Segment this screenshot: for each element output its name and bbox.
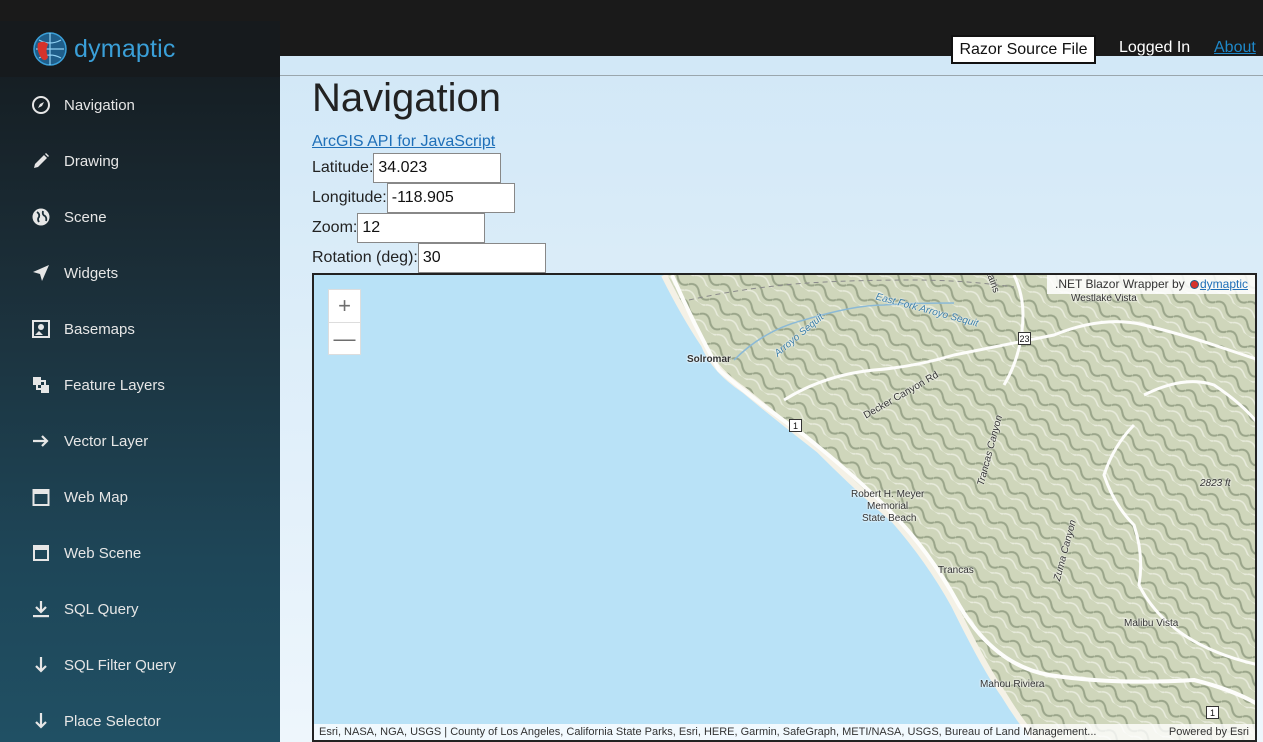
sidebar-item-label: Feature Layers [64,376,165,394]
brand[interactable]: dymaptic [0,21,280,77]
panel-icon [30,542,52,564]
dymaptic-logo-icon [33,32,67,66]
attribution-text[interactable]: Esri, NASA, NGA, USGS | County of Los An… [319,726,1157,738]
nav-list: Navigation Drawing Scene Widgets Basemap… [0,77,280,742]
sidebar-item-web-scene[interactable]: Web Scene [0,525,280,581]
zoom-row: Zoom: [312,213,486,243]
map-label-trancas: Trancas [938,565,974,576]
arcgis-api-link[interactable]: ArcGIS API for JavaScript [312,133,495,151]
map-label-meyer-3: State Beach [862,513,917,524]
arrow-down-icon [30,710,52,732]
sidebar-item-sql-filter-query[interactable]: SQL Filter Query [0,637,280,693]
sidebar-item-label: SQL Filter Query [64,656,176,674]
wrapper-credit: .NET Blazor Wrapper by dymaptic [1047,275,1255,294]
map-label-elevation: 2823 ft [1200,478,1231,489]
zoom-in-button[interactable]: + [329,290,360,322]
sidebar-item-feature-layers[interactable]: Feature Layers [0,357,280,413]
download-icon [30,598,52,620]
latitude-label: Latitude: [312,159,374,176]
arrow-right-icon [30,430,52,452]
longitude-row: Longitude: [312,183,515,213]
rotation-row: Rotation (deg): [312,243,546,273]
layers-icon [30,374,52,396]
sidebar-item-navigation[interactable]: Navigation [0,77,280,133]
globe-icon [30,206,52,228]
dymaptic-link[interactable]: dymaptic [1200,277,1248,291]
map-attribution: Esri, NASA, NGA, USGS | County of Los An… [314,724,1255,740]
sidebar-item-label: SQL Query [64,600,139,618]
sidebar-item-label: Basemaps [64,320,135,338]
about-link[interactable]: About [1214,39,1256,57]
zoom-input[interactable] [357,213,486,243]
rotation-input[interactable] [417,243,546,273]
sidebar-item-label: Place Selector [64,712,161,730]
sidebar-item-drawing[interactable]: Drawing [0,133,280,189]
latitude-input[interactable] [373,153,502,183]
sidebar-item-web-map[interactable]: Web Map [0,469,280,525]
route-23-shield: 23 [1018,332,1031,345]
sidebar-item-basemaps[interactable]: Basemaps [0,301,280,357]
sidebar-item-label: Web Scene [64,544,142,562]
sidebar-item-place-selector[interactable]: Place Selector [0,693,280,742]
rotation-label: Rotation (deg): [312,249,418,266]
zoom-out-button[interactable]: — [329,322,360,354]
sidebar-item-label: Vector Layer [64,432,149,450]
map-label-mahou: Mahou Riviera [980,679,1045,690]
sidebar-item-vector-layer[interactable]: Vector Layer [0,413,280,469]
map-label-malibu-vista: Malibu Vista [1124,618,1179,629]
sidebar-item-label: Widgets [64,264,119,282]
sidebar-item-scene[interactable]: Scene [0,189,280,245]
arrow-down-icon [30,654,52,676]
latitude-row: Latitude: [312,153,502,183]
location-arrow-icon [30,262,52,284]
zoom-control: + — [328,289,361,355]
razor-source-file-button[interactable]: Razor Source File [951,35,1096,64]
dymaptic-small-icon [1189,280,1199,290]
compass-icon [30,94,52,116]
brand-name: dymaptic [74,34,176,63]
route-1-shield: 1 [789,419,802,432]
map-label-meyer-1: Robert H. Meyer [851,489,925,500]
sidebar-item-sql-query[interactable]: SQL Query [0,581,280,637]
sidebar: dymaptic Navigation Drawing Scene Widget… [0,21,280,742]
sidebar-item-widgets[interactable]: Widgets [0,245,280,301]
map-photo-icon [30,318,52,340]
map-label-meyer-2: Memorial [867,501,909,512]
powered-by-esri[interactable]: Powered by Esri [1157,726,1255,738]
zoom-label: Zoom: [312,219,358,236]
longitude-label: Longitude: [312,189,387,206]
browser-top-strip [0,0,1263,21]
map-label-solromar: Solromar [687,354,731,365]
calendar-icon [30,486,52,508]
sidebar-item-label: Scene [64,208,107,226]
page-title: Navigation [312,76,502,120]
top-bar [280,21,1263,56]
longitude-input[interactable] [386,183,515,213]
map-view[interactable]: Westlake Vista Solromar Arroyo Sequit Ea… [312,273,1257,742]
land-area [664,275,1255,740]
route-1-shield: 1 [1206,706,1219,719]
sidebar-item-label: Drawing [64,152,120,170]
sidebar-item-label: Web Map [64,488,128,506]
logged-in-status: Logged In [1119,39,1191,56]
wrapper-credit-text: .NET Blazor Wrapper by [1055,277,1185,291]
map-label-westlake: Westlake Vista [1071,293,1137,304]
sidebar-item-label: Navigation [64,96,135,114]
pencil-icon [30,150,52,172]
